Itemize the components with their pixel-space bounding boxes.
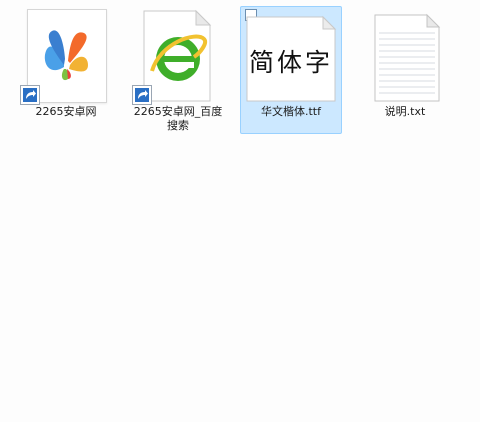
shortcut-arrow-icon: [20, 85, 40, 105]
shortcut-arrow-icon: [132, 85, 152, 105]
file-item-baidu-search-shortcut[interactable]: 2265安卓网_百度搜索: [127, 6, 229, 134]
file-item-readme-txt[interactable]: 说明.txt: [354, 6, 456, 134]
butterfly-shortcut-icon: [18, 9, 114, 105]
file-label: 2265安卓网: [35, 105, 97, 118]
file-label: 2265安卓网_百度搜索: [133, 105, 223, 132]
browser-shortcut-icon: [130, 9, 226, 105]
text-document-icon: [357, 9, 453, 105]
file-label: 华文楷体.ttf: [261, 105, 321, 118]
file-item-font-ttf[interactable]: 简体字 华文楷体.ttf: [240, 6, 342, 134]
file-item-2265-shortcut[interactable]: 2265安卓网: [15, 6, 117, 134]
file-label: 说明.txt: [384, 105, 426, 118]
font-preview-text: 简体字: [248, 48, 333, 77]
file-list-view[interactable]: 2265安卓网 2265安卓网_百度搜索 简体字 华文楷体.ttf 说明.txt: [0, 0, 480, 422]
font-file-icon: 简体字: [243, 9, 339, 105]
text-page-icon: [374, 13, 441, 102]
